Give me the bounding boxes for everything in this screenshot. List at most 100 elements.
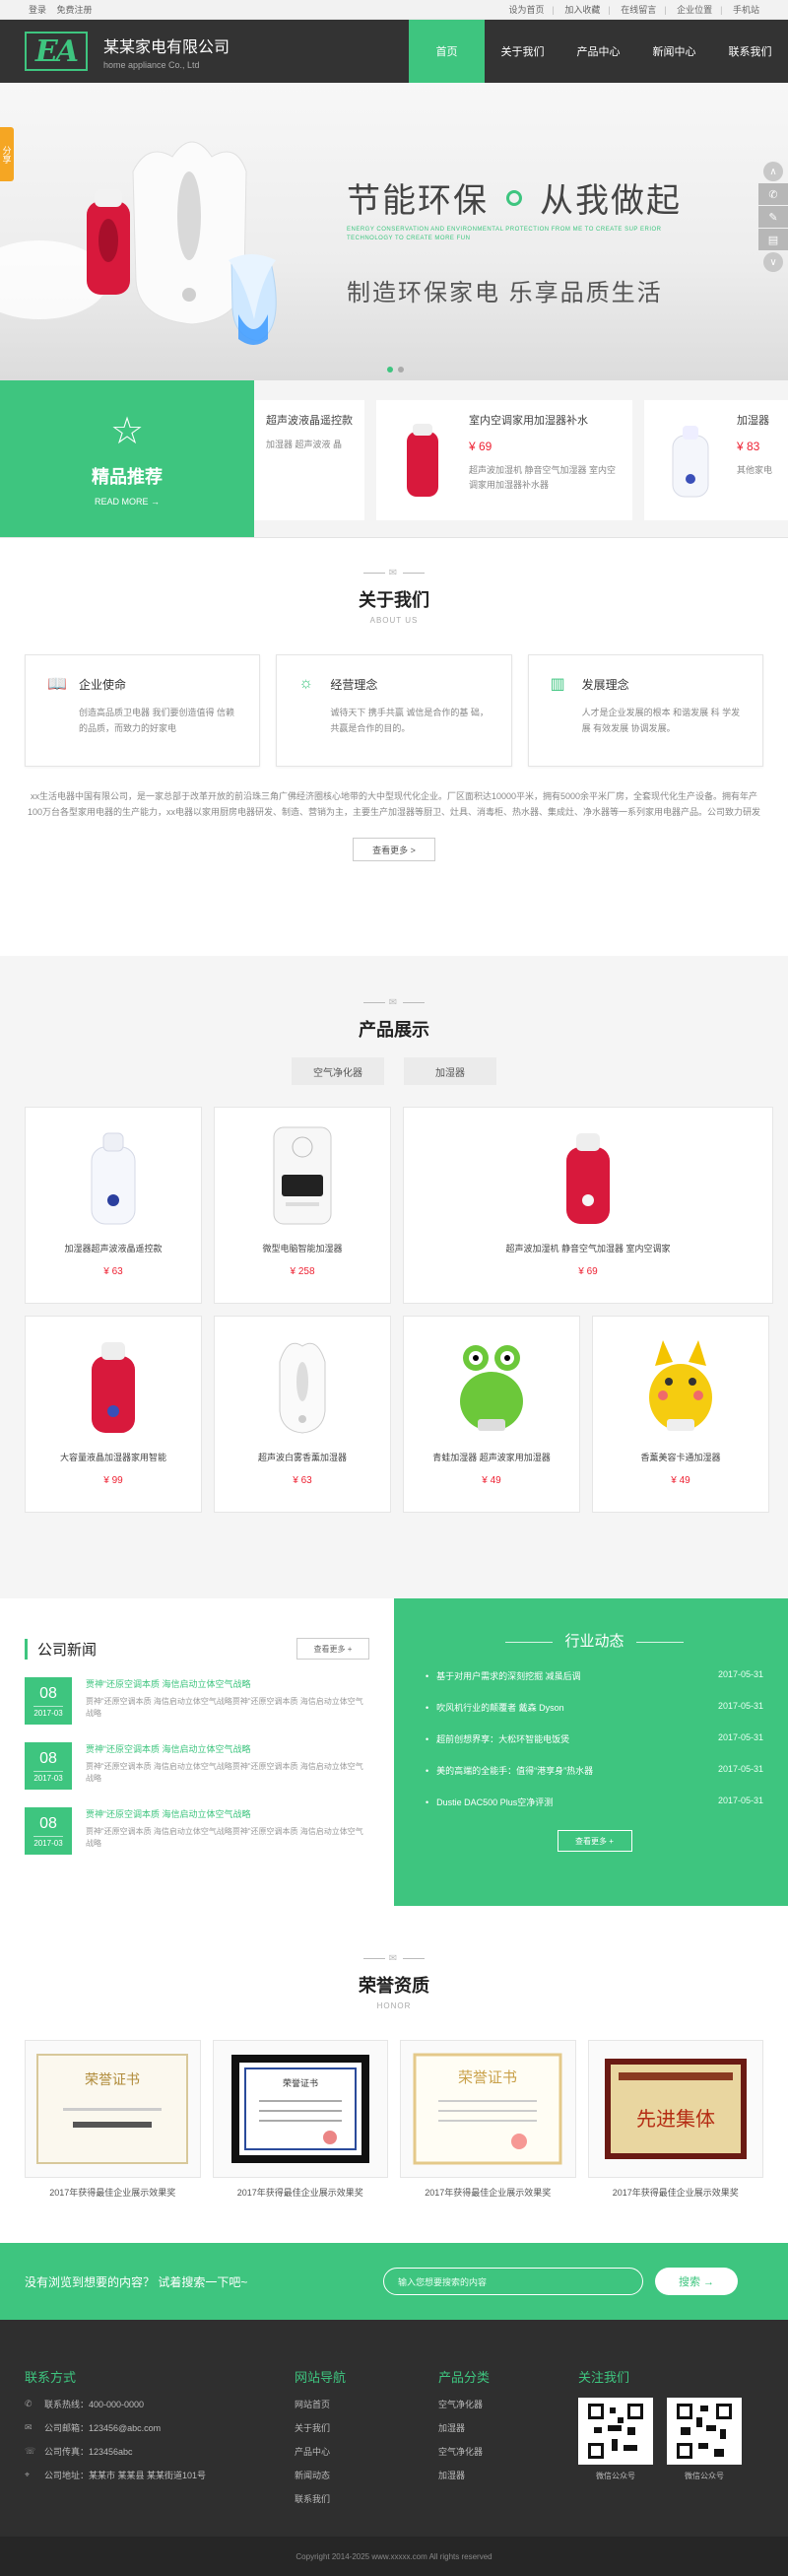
product-image <box>404 1108 772 1232</box>
footer-category-link[interactable]: 空气净化器 <box>438 2445 578 2458</box>
nav-news[interactable]: 新闻中心 <box>636 20 712 83</box>
about-more-button[interactable]: 查看更多 > <box>353 838 435 861</box>
add-favorite-link[interactable]: 加入收藏 <box>564 5 600 15</box>
title-decoration: ✉ <box>0 568 788 578</box>
product-card[interactable]: 加湿器超声波液晶遥控款 ¥ 63 <box>25 1107 202 1304</box>
featured-card[interactable]: 超声波液晶遥控款 加湿器 超声波液 晶 <box>254 400 364 520</box>
footer-site-nav: 网站导航 网站首页 关于我们 产品中心 新闻动态 联系我们 <box>295 2320 438 2537</box>
qr-code-icon <box>578 2398 653 2465</box>
product-image <box>593 1317 768 1441</box>
footer-nav-link[interactable]: 联系我们 <box>295 2492 438 2505</box>
company-news-more-button[interactable]: 查看更多 + <box>296 1638 369 1660</box>
scroll-up-icon[interactable]: ∧ <box>763 162 783 181</box>
nav-about[interactable]: 关于我们 <box>485 20 560 83</box>
banner-dot-1[interactable] <box>387 367 393 373</box>
industry-item[interactable]: 吹风机行业的颠覆者 戴森 Dyson2017-05-31 <box>426 1701 763 1714</box>
featured-header: ☆ 精品推荐 READ MORE → <box>0 380 254 537</box>
logo-mark: EA <box>25 32 88 71</box>
news-item[interactable]: 08 2017-03 贾神“还原空调本质 海信启动立体空气战略 贾神“还原空调本质 … <box>25 1807 369 1855</box>
product-card[interactable]: 微型电脑智能加湿器 ¥ 258 <box>214 1107 391 1304</box>
nav-products[interactable]: 产品中心 <box>560 20 636 83</box>
featured-card[interactable]: 室内空调家用加湿器补水 ¥ 69 超声波加湿机 静音空气加湿器 室内空调家用加湿… <box>376 400 632 520</box>
certificate-image: 先进集体 <box>587 2040 763 2178</box>
phone-icon[interactable]: ✆ <box>758 183 788 205</box>
register-link[interactable]: 免费注册 <box>57 5 93 15</box>
honor-card[interactable]: 先进集体 2017年获得最佳企业展示效果奖 <box>587 2040 763 2199</box>
site-footer: 联系方式 ✆ 联系热线：400-000-0000 ✉ 公司邮箱：123456@abc… <box>0 2320 788 2537</box>
company-name-en: home appliance Co., Ltd <box>103 59 200 70</box>
footer-category-link[interactable]: 加湿器 <box>438 2469 578 2481</box>
footer-nav-link[interactable]: 网站首页 <box>295 2398 438 2410</box>
company-location-link[interactable]: 企业位置 <box>677 5 712 15</box>
product-category-tabs: 空气净化器 加湿器 <box>0 1057 788 1085</box>
set-homepage-link[interactable]: 设为首页 <box>508 5 544 15</box>
product-card[interactable]: 大容量液晶加湿器家用智能 ¥ 99 <box>25 1316 202 1513</box>
tab-air-purifier[interactable]: 空气净化器 <box>292 1057 384 1085</box>
industry-item[interactable]: 基于对用户需求的深刻挖掘 减虽后调2017-05-31 <box>426 1669 763 1682</box>
honor-card[interactable]: 荣誉证书 2017年获得最佳企业展示效果奖 <box>400 2040 576 2199</box>
products-title-block: ✉ 产品展示 <box>0 997 788 1042</box>
nav-home[interactable]: 首页 <box>409 20 485 83</box>
honor-title: 荣誉资质 <box>359 1976 429 1996</box>
featured-read-more[interactable]: READ MORE → <box>95 497 160 507</box>
side-toolbar: ∧ ✆ ✎ ▤ ∨ <box>758 160 788 274</box>
company-news: 公司新闻 查看更多 + 08 2017-03 贾神“还原空调本质 海信启动立体空气… <box>0 1598 394 1906</box>
hero-banner: 分享 节能环保 从我做起 ENERGY CONSERVATION AND ENV… <box>0 83 788 380</box>
search-strip: 没有浏览到想要的内容？ 试着搜索一下吧~ 输入您想要搜索的内容 搜索 → <box>0 2243 788 2320</box>
product-card[interactable]: 超声波白雾香薰加湿器 ¥ 63 <box>214 1316 391 1513</box>
scroll-down-icon[interactable]: ∨ <box>763 252 783 272</box>
industry-item[interactable]: 美的高端的全能手：值得“港享身”热水器2017-05-31 <box>426 1764 763 1777</box>
footer-nav-link[interactable]: 关于我们 <box>295 2421 438 2434</box>
industry-item[interactable]: Dustie DAC500 Plus空净评测2017-05-31 <box>426 1796 763 1808</box>
search-prompt: 没有浏览到想要的内容？ 试着搜索一下吧~ <box>25 2274 248 2289</box>
products-title: 产品展示 <box>359 1020 429 1040</box>
logo[interactable]: EA 某某家电有限公司 home appliance Co., Ltd <box>25 32 230 71</box>
search-button[interactable]: 搜索 → <box>655 2268 738 2295</box>
featured-title: 精品推荐 <box>92 466 163 487</box>
footer-follow: 关注我们 微信公众号 微信公众号 <box>578 2320 742 2537</box>
certificate-image: 荣誉证书 <box>400 2040 576 2178</box>
product-image <box>26 1108 201 1232</box>
top-bar: 登录 免费注册 设为首页 | 加入收藏 | 在线留言 | 企业位置 | 手机站 <box>0 0 788 20</box>
online-message-link[interactable]: 在线留言 <box>621 5 656 15</box>
honor-card[interactable]: 荣誉证书 2017年获得最佳企业展示效果奖 <box>25 2040 201 2199</box>
mobile-site-link[interactable]: 手机站 <box>733 5 759 15</box>
book-icon[interactable]: ▤ <box>758 229 788 250</box>
product-card[interactable]: 香薰美容卡通加湿器 ¥ 49 <box>592 1316 769 1513</box>
honor-title-block: ✉ 荣誉资质 HONOR <box>0 1953 788 2010</box>
footer-contact: 联系方式 ✆ 联系热线：400-000-0000 ✉ 公司邮箱：123456@abc… <box>25 2370 207 2480</box>
footer-nav-link[interactable]: 新闻动态 <box>295 2469 438 2481</box>
banner-slogan: 制造环保家电 乐享品质生活 <box>347 280 663 306</box>
tab-humidifier[interactable]: 加湿器 <box>404 1057 496 1085</box>
featured-card[interactable]: 加湿器 ¥ 83 其他家电 <box>644 400 788 520</box>
product-image <box>656 412 725 510</box>
product-card[interactable]: 超声波加湿机 静音空气加湿器 室内空调家 ¥ 69 <box>403 1107 773 1304</box>
news-date: 08 2017-03 <box>25 1677 72 1725</box>
title-decoration: ✉ <box>0 1953 788 1964</box>
star-icon: ☆ <box>109 410 145 452</box>
industry-item[interactable]: 超前创想界享：大松环智能电饭煲2017-05-31 <box>426 1732 763 1745</box>
product-image <box>26 1317 201 1441</box>
nav-contact[interactable]: 联系我们 <box>712 20 788 83</box>
product-image <box>388 412 457 510</box>
news-item[interactable]: 08 2017-03 贾神“还原空调本质 海信启动立体空气战略 贾神“还原空调本质 … <box>25 1677 369 1725</box>
product-card[interactable]: 青蛙加湿器 超声波家用加湿器 ¥ 49 <box>403 1316 580 1513</box>
news-item[interactable]: 08 2017-03 贾神“还原空调本质 海信启动立体空气战略 贾神“还原空调本质 … <box>25 1742 369 1790</box>
search-input[interactable]: 输入您想要搜索的内容 <box>383 2268 643 2295</box>
industry-more-button[interactable]: 查看更多 + <box>557 1830 632 1852</box>
edit-icon[interactable]: ✎ <box>758 206 788 228</box>
topbar-auth: 登录 免费注册 <box>25 3 97 16</box>
login-link[interactable]: 登录 <box>29 5 46 15</box>
featured-section: ☆ 精品推荐 READ MORE → 超声波液晶遥控款 加湿器 超声波液 晶 室… <box>0 380 788 538</box>
banner-products-image <box>0 141 277 345</box>
fax-icon: ☏ <box>25 2446 36 2456</box>
product-image <box>215 1108 390 1232</box>
footer-nav-link[interactable]: 产品中心 <box>295 2445 438 2458</box>
about-title-en: ABOUT US <box>369 616 419 625</box>
footer-category-link[interactable]: 空气净化器 <box>438 2398 578 2410</box>
location-icon: ⌖ <box>25 2470 31 2479</box>
honor-card[interactable]: 荣誉证书 2017年获得最佳企业展示效果奖 <box>212 2040 388 2199</box>
banner-dot-2[interactable] <box>398 367 404 373</box>
svg-text:荣誉证书: 荣誉证书 <box>283 2077 318 2089</box>
footer-category-link[interactable]: 加湿器 <box>438 2421 578 2434</box>
